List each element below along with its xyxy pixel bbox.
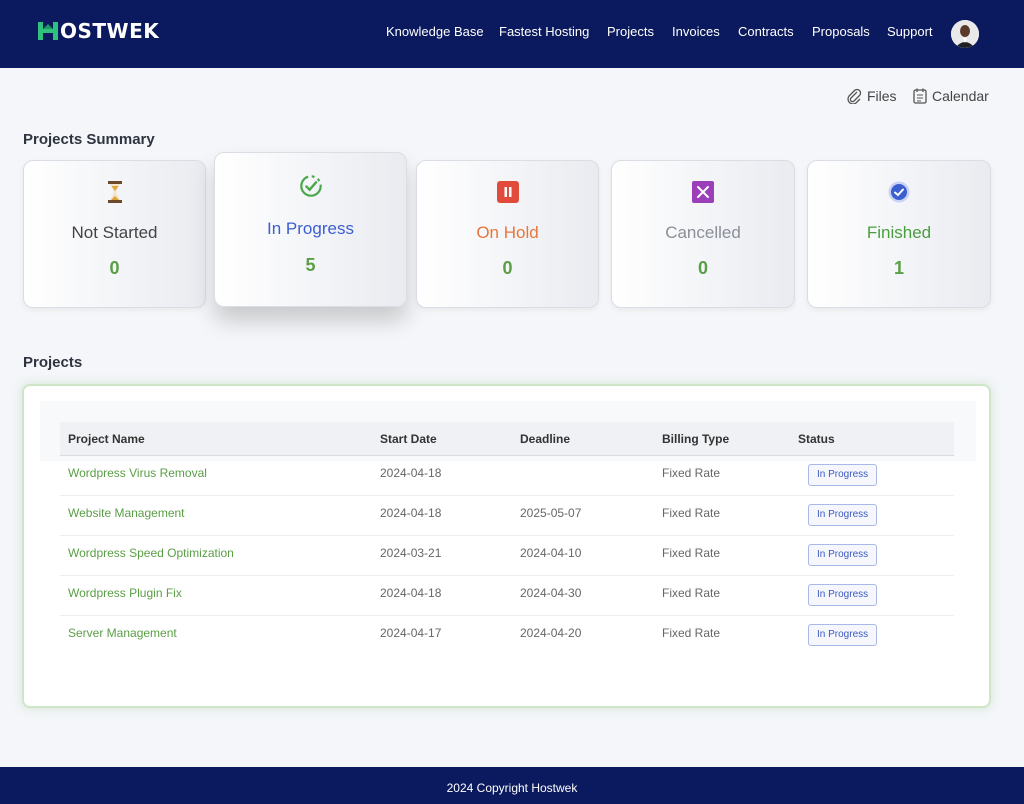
nav-proposals[interactable]: Proposals [812,24,870,39]
deadline-cell: 2024-04-30 [520,586,582,600]
paperclip-icon [847,88,862,104]
summary-count-in-progress: 5 [305,255,316,275]
status-badge: In Progress [808,544,878,566]
projects-table-header: Project Name Start Date Deadline Billing… [60,422,954,456]
table-row: Website Management 2024-04-18 2025-05-07… [60,496,954,536]
status-badge: In Progress [808,504,878,526]
calendar-label: Calendar [932,88,989,104]
projects-title: Projects [23,354,83,371]
status-badge: In Progress [808,624,878,646]
main-nav: Knowledge Base Fastest Hosting Projects … [0,24,1024,44]
nav-invoices[interactable]: Invoices [672,24,720,39]
avatar-person-icon [951,20,979,48]
projects-summary-title: Projects Summary [23,131,155,148]
billing-type-cell: Fixed Rate [662,586,721,600]
project-name-link[interactable]: Server Management [68,616,177,650]
hourglass-icon [103,180,127,204]
deadline-cell: 2025-05-07 [520,506,582,520]
project-name-link[interactable]: Wordpress Speed Optimization [68,536,234,570]
nav-support[interactable]: Support [887,24,933,39]
nav-fastest-hosting[interactable]: Fastest Hosting [499,24,589,39]
summary-count-cancelled: 0 [697,258,708,278]
files-label: Files [867,88,897,104]
deadline-cell: 2024-04-20 [520,626,582,640]
project-name-link[interactable]: Wordpress Virus Removal [68,456,207,490]
start-date-cell: 2024-04-17 [380,626,442,640]
summary-label-not-started: Not Started [71,223,158,242]
summary-label-finished: Finished [866,223,932,242]
summary-card-cancelled[interactable]: Cancelled 0 [611,160,795,308]
project-name-link[interactable]: Website Management [68,496,185,530]
copyright-text: 2024 Copyright Hostwek [446,781,578,795]
summary-count-finished: 1 [893,258,904,278]
nav-contracts[interactable]: Contracts [738,24,794,39]
col-start-date[interactable]: Start Date [380,422,437,456]
footer: 2024 Copyright Hostwek [0,767,1024,804]
start-date-cell: 2024-04-18 [380,506,442,520]
progress-check-icon [299,174,323,198]
billing-type-cell: Fixed Rate [662,546,721,560]
summary-card-finished[interactable]: Finished 1 [807,160,991,308]
summary-card-not-started[interactable]: Not Started 0 [23,160,206,308]
summary-count-on-hold: 0 [502,258,513,278]
summary-label-on-hold: On Hold [476,223,539,242]
pause-icon [496,180,520,204]
table-row: Wordpress Plugin Fix 2024-04-18 2024-04-… [60,576,954,616]
summary-label-in-progress: In Progress [267,219,354,238]
nav-knowledge-base[interactable]: Knowledge Base [386,24,484,39]
start-date-cell: 2024-03-21 [380,546,442,560]
project-name-link[interactable]: Wordpress Plugin Fix [68,576,182,610]
calendar-icon [913,88,927,104]
billing-type-cell: Fixed Rate [662,506,721,520]
summary-card-in-progress[interactable]: In Progress 5 [214,152,407,307]
deadline-cell: 2024-04-10 [520,546,582,560]
col-project-name[interactable]: Project Name [68,422,145,456]
checkmark-circle-icon [887,180,911,204]
summary-card-on-hold[interactable]: On Hold 0 [416,160,599,308]
top-navbar: OSTWEK Knowledge Base Fastest Hosting Pr… [0,0,1024,68]
cancel-icon [691,180,715,204]
start-date-cell: 2024-04-18 [380,586,442,600]
status-badge: In Progress [808,584,878,606]
col-deadline[interactable]: Deadline [520,422,570,456]
col-status[interactable]: Status [798,422,835,456]
status-badge: In Progress [808,464,878,486]
summary-label-cancelled: Cancelled [665,223,741,242]
user-avatar[interactable] [951,20,979,48]
start-date-cell: 2024-04-18 [380,466,442,480]
billing-type-cell: Fixed Rate [662,626,721,640]
table-row: Server Management 2024-04-17 2024-04-20 … [60,616,954,656]
table-row: Wordpress Virus Removal 2024-04-18 Fixed… [60,456,954,496]
table-row: Wordpress Speed Optimization 2024-03-21 … [60,536,954,576]
billing-type-cell: Fixed Rate [662,466,721,480]
nav-projects[interactable]: Projects [607,24,654,39]
calendar-link[interactable]: Calendar [913,87,989,105]
summary-count-not-started: 0 [109,258,120,278]
col-billing-type[interactable]: Billing Type [662,422,729,456]
files-link[interactable]: Files [846,87,897,105]
